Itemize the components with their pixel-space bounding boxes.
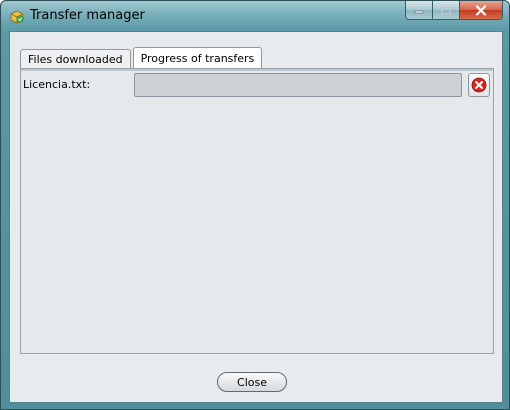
window-title: Transfer manager: [30, 8, 145, 23]
transfer-manager-window: Transfer manager Files downloaded Progre…: [0, 0, 510, 410]
caption-buttons: [405, 1, 503, 21]
cancel-transfer-button[interactable]: [468, 73, 490, 97]
tab-files-downloaded[interactable]: Files downloaded: [20, 49, 131, 68]
transfer-manager-app-icon: [10, 10, 24, 24]
close-button[interactable]: Close: [217, 372, 287, 392]
transfer-progress-bar: [134, 73, 462, 97]
minimize-icon: [414, 10, 424, 14]
title-bar[interactable]: Transfer manager: [1, 1, 509, 31]
cancel-x-icon: [471, 77, 487, 93]
maximize-icon: [441, 5, 451, 15]
panel-divider: [21, 69, 493, 71]
maximize-button[interactable]: [433, 1, 460, 20]
tab-strip: Files downloaded Progress of transfers: [20, 47, 264, 68]
tab-progress-of-transfers[interactable]: Progress of transfers: [132, 47, 263, 68]
progress-of-transfers-panel: Licencia.txt:: [20, 68, 494, 354]
window-close-button[interactable]: [460, 1, 503, 20]
dialog-client-area: Files downloaded Progress of transfers L…: [9, 31, 503, 403]
minimize-button[interactable]: [405, 1, 433, 20]
transfer-file-label: Licencia.txt:: [23, 78, 91, 91]
close-icon: [475, 4, 487, 16]
